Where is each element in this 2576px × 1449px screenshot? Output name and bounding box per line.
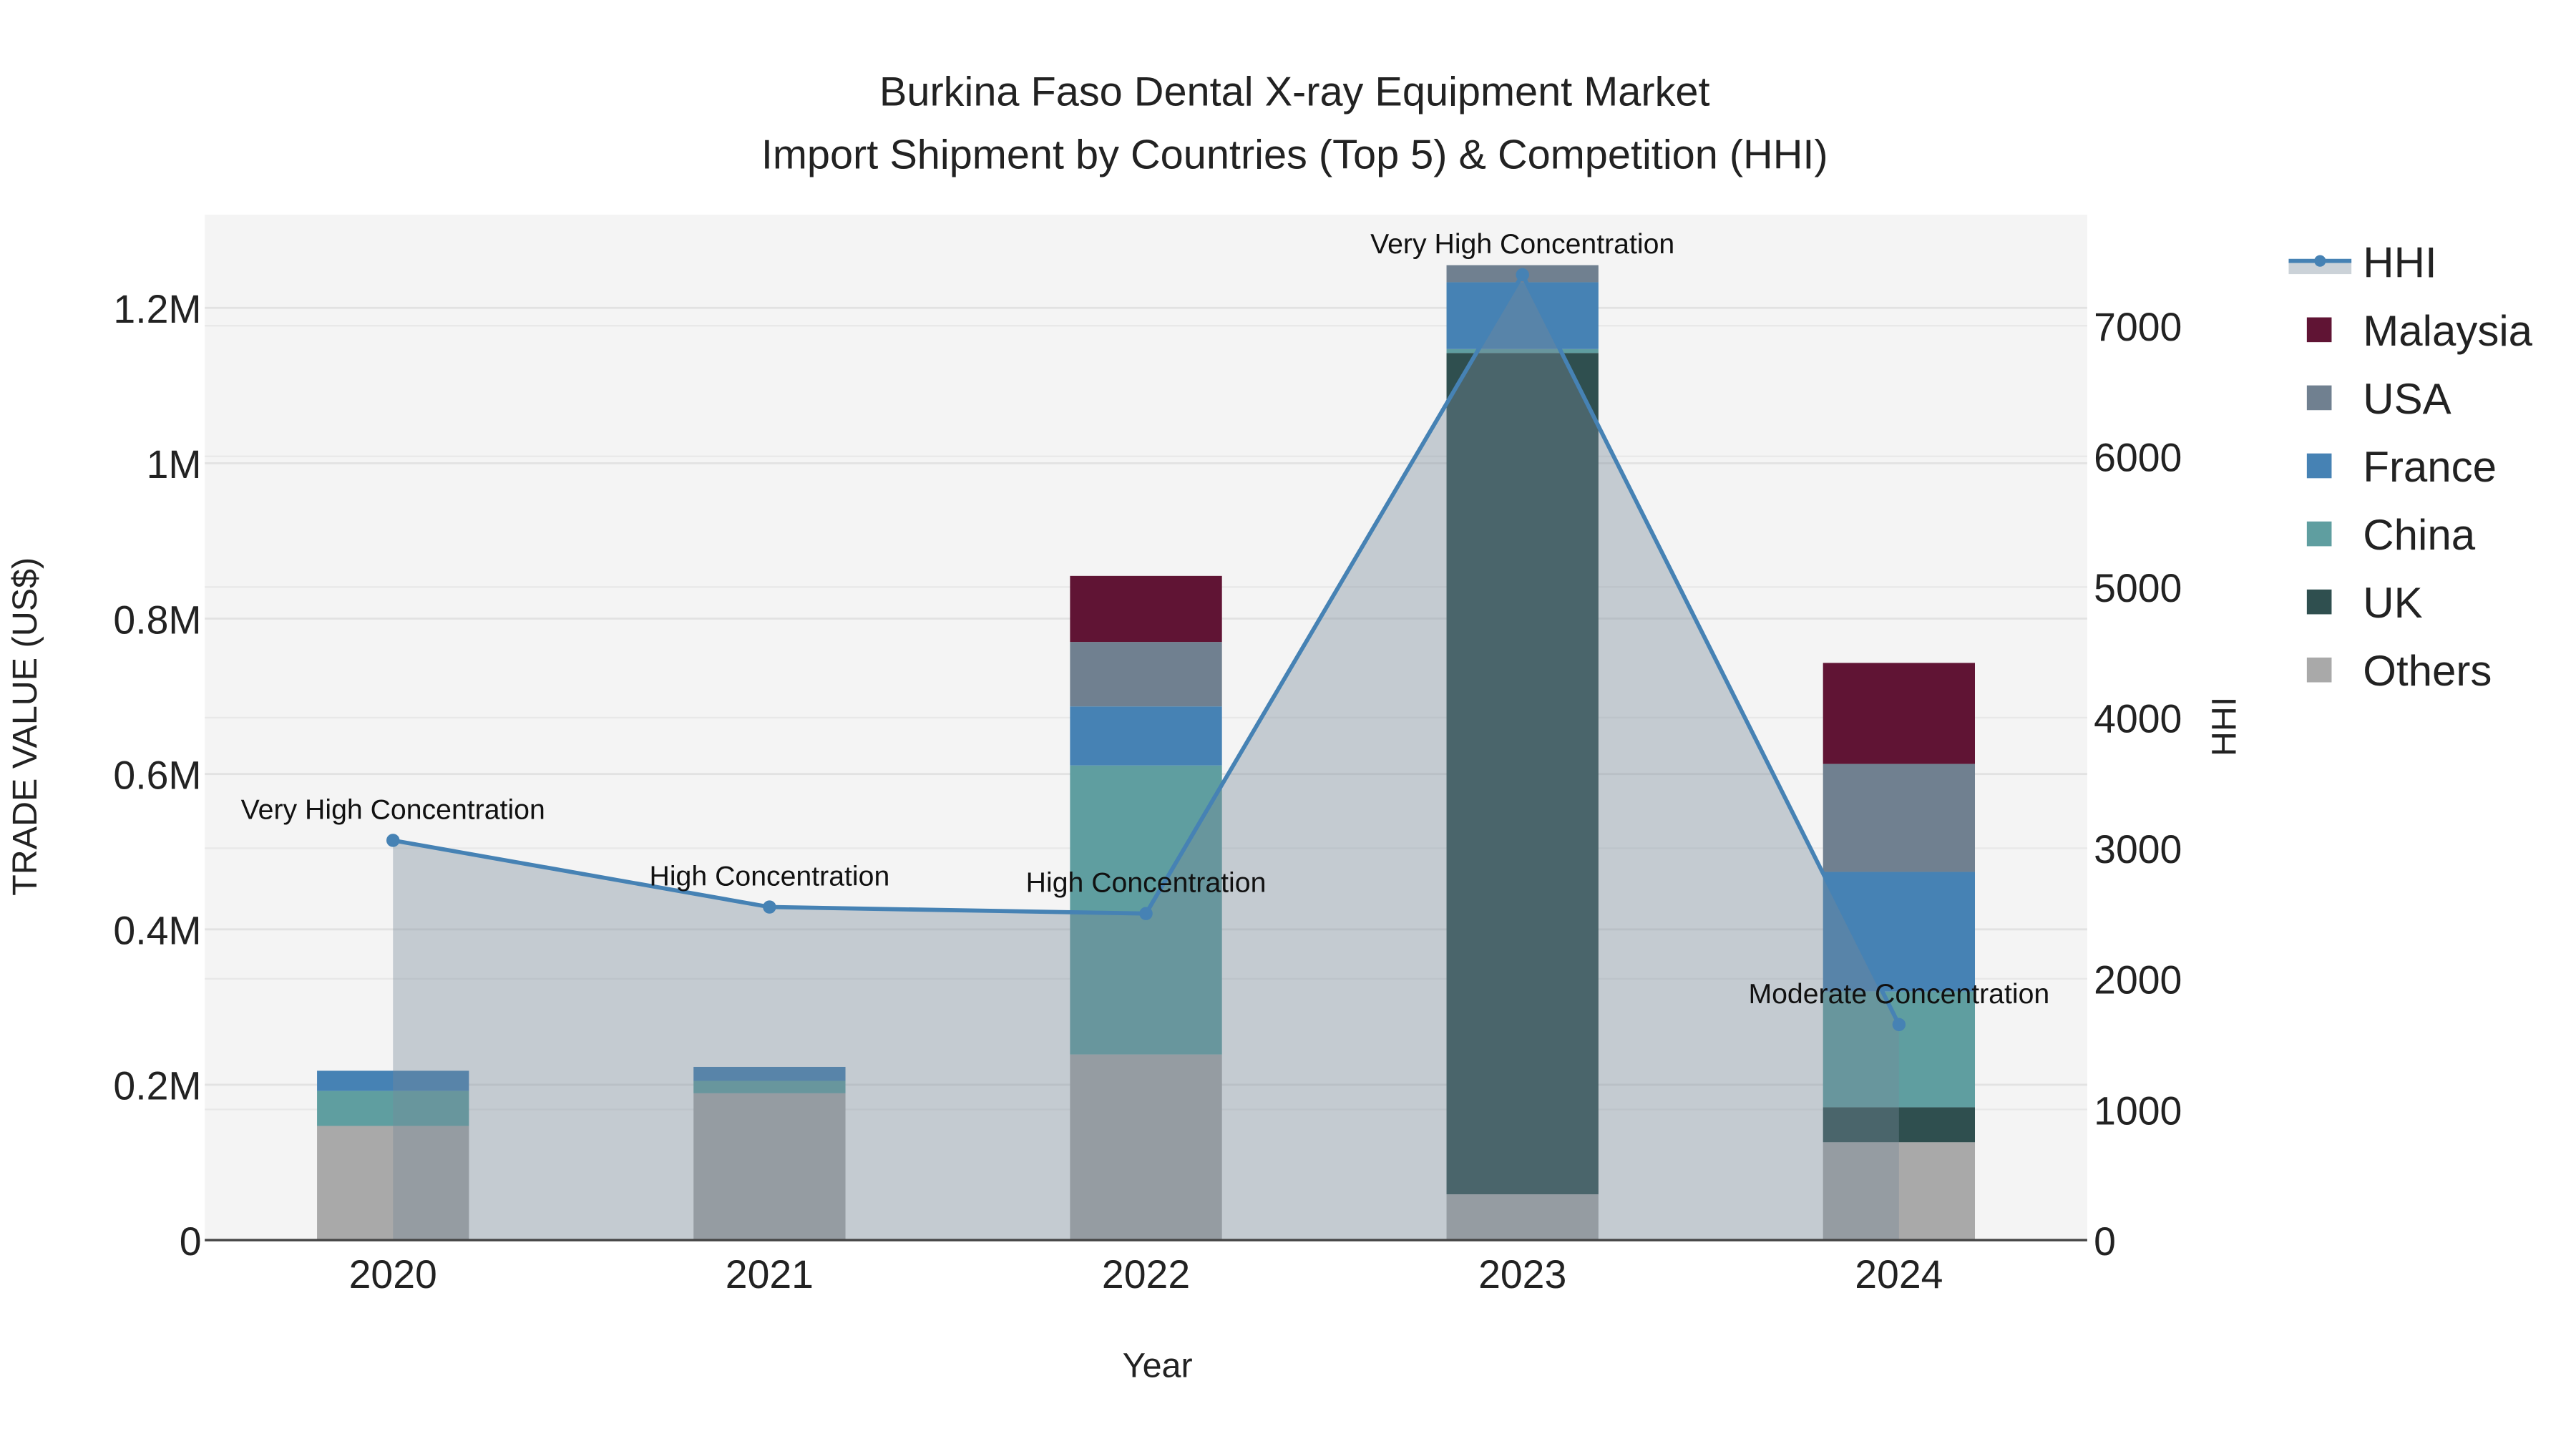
hhi-annotation: Very High Concentration: [241, 794, 545, 825]
legend-label: Malaysia: [2363, 307, 2532, 355]
hhi-point-2024: [1892, 1018, 1906, 1032]
hhi-annotation: Very High Concentration: [1370, 228, 1674, 260]
hhi-legend-marker-icon: [2314, 255, 2326, 267]
chart-title: Burkina Faso Dental X-ray Equipment Mark…: [879, 69, 1710, 115]
bar-usa-2024: [1823, 763, 1975, 872]
y2-tick-label: 6000: [2094, 436, 2182, 480]
legend-label: China: [2363, 511, 2475, 559]
y2-tick-label: 3000: [2094, 827, 2182, 872]
legend-swatch-icon: [2306, 385, 2332, 411]
legend-label: UK: [2363, 579, 2422, 627]
y-tick-label: 1.2M: [113, 287, 201, 331]
y2-tick-label: 2000: [2094, 958, 2182, 1002]
y-tick-label: 1M: [147, 442, 202, 487]
bar-malaysia-2024: [1823, 663, 1975, 764]
y2-axis-title: HHI: [2205, 697, 2244, 756]
x-tick-label: 2024: [1855, 1252, 1943, 1297]
y-tick-label: 0.8M: [113, 597, 201, 642]
x-tick-label: 2023: [1478, 1252, 1566, 1297]
hhi-annotation: High Concentration: [1026, 867, 1267, 899]
y-axis-title: TRADE VALUE (US$): [6, 557, 44, 896]
x-axis-title: Year: [1123, 1347, 1193, 1385]
y2-tick-label: 5000: [2094, 566, 2182, 610]
y2-tick-label: 1000: [2094, 1088, 2182, 1133]
x-tick-label: 2020: [349, 1252, 437, 1297]
legend-swatch-icon: [2306, 589, 2332, 615]
x-tick-label: 2021: [726, 1252, 814, 1297]
hhi-point-2020: [386, 834, 400, 847]
bar-malaysia-2022: [1070, 575, 1222, 643]
legend-label: France: [2363, 443, 2497, 491]
chart-subtitle: Import Shipment by Countries (Top 5) & C…: [761, 132, 1828, 177]
legend-swatch-icon: [2306, 657, 2332, 683]
y-tick-label: 0.4M: [113, 909, 201, 953]
y2-tick-label: 7000: [2094, 305, 2182, 349]
bar-france-2022: [1070, 706, 1222, 766]
x-tick-label: 2022: [1102, 1252, 1190, 1297]
y-tick-label: 0: [180, 1219, 202, 1264]
legend-swatch-icon: [2306, 317, 2332, 343]
y-tick-label: 0.2M: [113, 1064, 201, 1108]
legend-label: USA: [2363, 375, 2451, 423]
hhi-point-2022: [1139, 907, 1153, 920]
hhi-annotation: Moderate Concentration: [1748, 978, 2049, 1010]
y2-tick-label: 4000: [2094, 697, 2182, 741]
chart: Very High Concentration High Concentratio…: [0, 0, 2576, 1449]
legend-swatch-icon: [2306, 453, 2332, 479]
hhi-point-2021: [763, 900, 776, 914]
legend-swatch-icon: [2306, 521, 2332, 547]
hhi-point-2023: [1516, 268, 1529, 282]
legend-label: HHI: [2363, 239, 2436, 287]
hhi-annotation: High Concentration: [650, 861, 890, 892]
bar-usa-2022: [1070, 642, 1222, 707]
y-tick-label: 0.6M: [113, 753, 201, 797]
legend-label: Others: [2363, 647, 2492, 695]
y2-tick-label: 0: [2094, 1219, 2116, 1264]
